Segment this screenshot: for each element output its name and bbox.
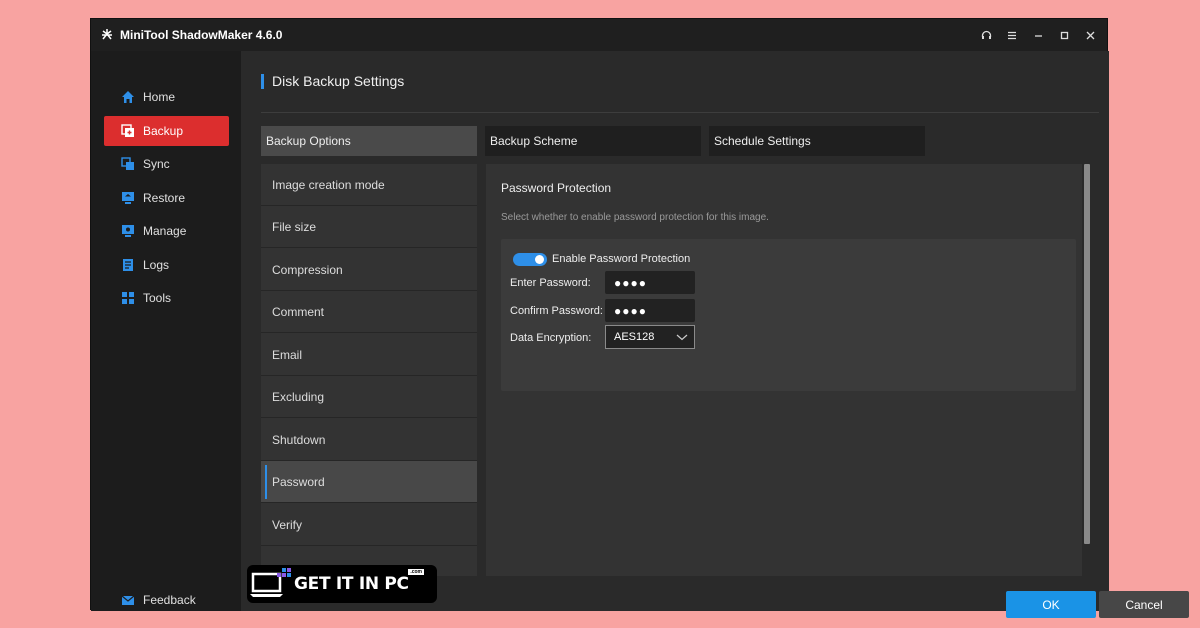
restore-icon <box>121 191 135 205</box>
password-panel: Password Protection Select whether to en… <box>486 164 1082 576</box>
enable-password-toggle[interactable] <box>513 253 547 266</box>
watermark-text: GET IT IN PC <box>294 574 409 594</box>
app-title: MiniTool ShadowMaker 4.6.0 <box>120 28 283 42</box>
sidebar-item-label: Sync <box>143 157 170 171</box>
sidebar-item-label: Backup <box>143 124 184 138</box>
sidebar-item-label: Manage <box>143 224 187 238</box>
mail-icon <box>121 593 135 607</box>
close-icon[interactable] <box>1077 22 1103 48</box>
app-window: MiniTool ShadowMaker 4.6.0 Home Backup S… <box>90 18 1189 618</box>
headset-icon[interactable] <box>973 22 999 48</box>
tab-backup-scheme[interactable]: Backup Scheme <box>485 126 701 156</box>
option-comment[interactable]: Comment <box>261 291 477 333</box>
scrollbar-thumb[interactable] <box>1084 164 1090 544</box>
page-title: Disk Backup Settings <box>272 73 405 89</box>
sidebar-item-backup[interactable]: Backup <box>104 116 229 146</box>
app-logo-icon <box>98 26 116 44</box>
sidebar-item-label: Tools <box>143 291 172 305</box>
sidebar: Home Backup Sync Restore Manage Logs Too… <box>91 51 241 611</box>
watermark-logo: GET IT IN PC .com <box>247 565 437 603</box>
option-image-creation-mode[interactable]: Image creation mode <box>261 164 477 206</box>
option-excluding[interactable]: Excluding <box>261 376 477 418</box>
menu-icon[interactable] <box>999 22 1025 48</box>
option-compression[interactable]: Compression <box>261 249 477 291</box>
option-email[interactable]: Email <box>261 334 477 376</box>
sidebar-item-label: Feedback <box>143 593 196 607</box>
panel-description: Select whether to enable password protec… <box>501 212 769 223</box>
encryption-select[interactable]: AES128 <box>605 325 695 349</box>
toggle-label: Enable Password Protection <box>552 253 691 265</box>
sidebar-item-restore[interactable]: Restore <box>104 183 229 213</box>
backup-icon <box>121 124 135 138</box>
page-title-wrap: Disk Backup Settings <box>261 73 404 89</box>
chevron-down-icon <box>676 332 688 342</box>
option-shutdown[interactable]: Shutdown <box>261 419 477 461</box>
title-bar: MiniTool ShadowMaker 4.6.0 <box>91 19 1107 51</box>
options-list: Image creation mode File size Compressio… <box>261 164 477 576</box>
sync-icon <box>121 157 135 171</box>
laptop-logo-icon <box>250 568 291 597</box>
enter-password-field[interactable]: ●●●● <box>605 271 695 294</box>
option-verify[interactable]: Verify <box>261 504 477 546</box>
sidebar-item-feedback[interactable]: Feedback <box>104 585 229 615</box>
option-password[interactable]: Password <box>261 461 477 503</box>
sidebar-item-sync[interactable]: Sync <box>104 149 229 179</box>
confirm-password-label: Confirm Password: <box>510 305 603 317</box>
maximize-icon[interactable] <box>1051 22 1077 48</box>
cancel-button[interactable]: Cancel <box>1099 591 1189 618</box>
tab-backup-options[interactable]: Backup Options <box>261 126 477 156</box>
sidebar-item-logs[interactable]: Logs <box>104 250 229 280</box>
sidebar-item-manage[interactable]: Manage <box>104 216 229 246</box>
toggle-knob <box>535 255 544 264</box>
panel-title: Password Protection <box>501 181 612 195</box>
ok-button[interactable]: OK <box>1006 591 1096 618</box>
minimize-icon[interactable] <box>1025 22 1051 48</box>
encryption-label: Data Encryption: <box>510 332 592 344</box>
sidebar-item-label: Logs <box>143 258 170 272</box>
sidebar-item-label: Home <box>143 90 176 104</box>
tools-icon <box>121 291 135 305</box>
logs-icon <box>121 258 135 272</box>
divider <box>261 112 1099 113</box>
encryption-value: AES128 <box>614 331 655 343</box>
sidebar-item-tools[interactable]: Tools <box>104 283 229 313</box>
sidebar-item-home[interactable]: Home <box>104 82 229 112</box>
title-accent <box>261 73 264 89</box>
confirm-password-field[interactable]: ●●●● <box>605 299 695 322</box>
manage-icon <box>121 224 135 238</box>
watermark-suffix: .com <box>408 569 424 575</box>
home-icon <box>121 90 135 104</box>
tab-schedule-settings[interactable]: Schedule Settings <box>709 126 925 156</box>
panel-scrollbar[interactable] <box>1082 164 1092 576</box>
main-content: Disk Backup Settings Backup Options Back… <box>241 51 1189 618</box>
sidebar-item-label: Restore <box>143 191 186 205</box>
password-settings-box: Enable Password Protection Enter Passwor… <box>501 239 1076 391</box>
option-file-size[interactable]: File size <box>261 206 477 248</box>
enter-password-label: Enter Password: <box>510 277 591 289</box>
